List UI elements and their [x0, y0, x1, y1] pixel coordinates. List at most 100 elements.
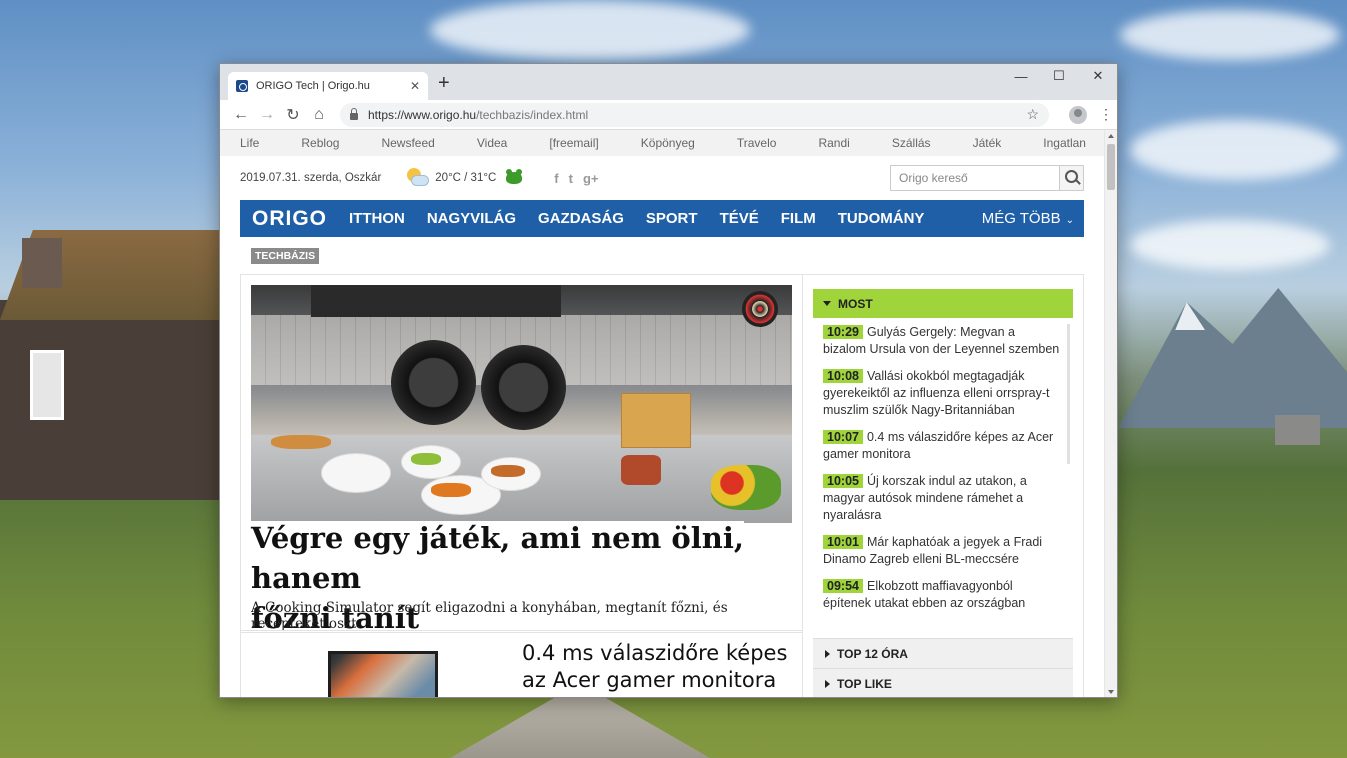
cloud: [1130, 120, 1340, 180]
home-button[interactable]: ⌂: [306, 106, 332, 124]
section-tag[interactable]: TECHBÁZIS: [251, 248, 320, 264]
partner-link[interactable]: Köpönyeg: [641, 136, 695, 150]
page-scrollbar[interactable]: [1104, 130, 1117, 697]
news-time: 10:01: [823, 535, 863, 549]
partner-links-bar: Life Reblog Newsfeed Videa [freemail] Kö…: [220, 130, 1106, 156]
address-bar[interactable]: https://www.origo.hu/techbazis/index.htm…: [340, 102, 1049, 127]
lock-icon: [350, 108, 358, 120]
gravel-path: [450, 698, 710, 758]
partner-link[interactable]: Randi: [818, 136, 849, 150]
browser-toolbar: ← → ↻ ⌂ https://www.origo.hu/techbazis/i…: [220, 100, 1117, 130]
temperature: 20°C / 31°C: [435, 172, 497, 184]
nav-item-gazdasag[interactable]: GAZDASÁG: [538, 210, 624, 227]
browser-menu-button[interactable]: ⋮: [1099, 106, 1113, 123]
nav-item-teve[interactable]: TÉVÉ: [720, 210, 759, 227]
scroll-up-arrow-icon[interactable]: [1108, 134, 1114, 138]
top12-label: TOP 12 ÓRA: [837, 646, 908, 661]
close-tab-icon[interactable]: ✕: [410, 79, 420, 93]
url-path: /techbazis/index.html: [476, 107, 589, 122]
weather-icon: [405, 168, 430, 188]
maximize-button[interactable]: ☐: [1040, 64, 1078, 88]
news-item[interactable]: 10:08 Vallási okokból megtagadják gyereke…: [823, 368, 1061, 419]
partner-link[interactable]: Ingatlan: [1043, 136, 1086, 150]
divider: [240, 630, 802, 631]
caret-right-icon: [825, 649, 830, 658]
search-placeholder: Origo kereső: [899, 171, 968, 185]
reload-button[interactable]: ↻: [280, 105, 306, 125]
title-bar: ORIGO Tech | Origo.hu ✕ + — ☐ ✕: [220, 64, 1117, 100]
partner-link[interactable]: Szállás: [892, 136, 931, 150]
article-thumbnail[interactable]: [328, 651, 438, 697]
news-time: 10:05: [823, 474, 863, 488]
top-like-toggle[interactable]: TOP LIKE: [813, 668, 1073, 697]
origo-logo[interactable]: ORIGO: [252, 207, 327, 231]
news-time: 10:08: [823, 369, 863, 383]
news-item[interactable]: 10:29 Gulyás Gergely: Megvan a bizalom Ur…: [823, 324, 1061, 358]
more-menu-button[interactable]: MÉG TÖBB ⌄: [982, 210, 1074, 227]
partner-link[interactable]: Travelo: [737, 136, 777, 150]
twitter-icon[interactable]: t: [569, 171, 573, 186]
back-button[interactable]: ←: [228, 106, 254, 124]
nav-item-nagyvilag[interactable]: NAGYVILÁG: [427, 210, 516, 227]
toplike-label: TOP LIKE: [837, 676, 892, 691]
nav-item-sport[interactable]: SPORT: [646, 210, 698, 227]
hut-window: [30, 350, 64, 420]
bookmark-star-icon[interactable]: ☆: [1026, 106, 1039, 123]
more-label: MÉG TÖBB: [981, 210, 1061, 227]
partner-link[interactable]: Newsfeed: [381, 136, 434, 150]
partner-link[interactable]: Videa: [477, 136, 507, 150]
caret-down-icon: [823, 301, 831, 306]
page-viewport: Life Reblog Newsfeed Videa [freemail] Kö…: [220, 130, 1106, 697]
article-title[interactable]: 0.4 ms válaszidőre képes az Acer gamer m…: [522, 640, 792, 694]
cloud: [430, 0, 750, 60]
cloud: [1120, 10, 1340, 60]
news-feed-list: 10:29 Gulyás Gergely: Megvan a bizalom Ur…: [813, 318, 1073, 638]
date-nameday: 2019.07.31. szerda, Oszkár: [240, 172, 382, 184]
news-item[interactable]: 10:05 Új korszak indul az utakon, a magya…: [823, 473, 1061, 524]
mountain: [1118, 288, 1347, 428]
top-12-hours-toggle[interactable]: TOP 12 ÓRA: [813, 638, 1073, 668]
sidebar: MOST 10:29 Gulyás Gergely: Megvan a bizal…: [813, 289, 1073, 697]
most-title: MOST: [838, 296, 873, 311]
news-time: 10:29: [823, 325, 863, 339]
partner-link[interactable]: Life: [240, 136, 259, 150]
google-plus-icon[interactable]: g+: [583, 171, 599, 186]
dartboard: [742, 291, 778, 327]
partner-link[interactable]: Játék: [973, 136, 1002, 150]
partner-link[interactable]: [freemail]: [549, 136, 598, 150]
top-info-bar: 2019.07.31. szerda, Oszkár 20°C / 31°C f…: [240, 156, 1084, 200]
main-navigation: ORIGO ITTHON NAGYVILÁG GAZDASÁG SPORT TÉ…: [240, 200, 1084, 237]
nav-item-film[interactable]: FILM: [781, 210, 816, 227]
news-time: 10:07: [823, 430, 863, 444]
social-links: f t g+: [554, 171, 598, 186]
news-item[interactable]: 10:01 Már kaphatóak a jegyek a Fradi Dina…: [823, 534, 1061, 568]
caret-right-icon: [825, 679, 830, 688]
hero-headline-line1: Végre egy játék, ami nem ölni, hanem: [251, 521, 744, 595]
scroll-down-arrow-icon[interactable]: [1108, 690, 1114, 694]
browser-tab[interactable]: ORIGO Tech | Origo.hu ✕: [228, 72, 428, 100]
divider: [240, 632, 802, 633]
hero-image[interactable]: [251, 285, 792, 523]
nav-item-tudomany[interactable]: TUDOMÁNY: [838, 210, 925, 227]
news-item[interactable]: 09:54 Elkobzott maffiavagyonból építenek …: [823, 578, 1061, 612]
chevron-down-icon: ⌄: [1065, 215, 1074, 226]
nav-item-itthon[interactable]: ITTHON: [349, 210, 405, 227]
origo-favicon-icon: [236, 80, 248, 92]
search-icon[interactable]: [1059, 166, 1083, 190]
forward-button[interactable]: →: [254, 106, 280, 124]
close-window-button[interactable]: ✕: [1079, 64, 1117, 88]
news-list-scrollbar[interactable]: [1067, 324, 1070, 464]
frog-icon[interactable]: [506, 169, 523, 184]
partner-link[interactable]: Reblog: [301, 136, 339, 150]
scroll-thumb[interactable]: [1107, 144, 1115, 190]
chimney: [22, 238, 62, 288]
most-section-header[interactable]: MOST: [813, 289, 1073, 318]
profile-avatar-icon[interactable]: [1069, 105, 1087, 124]
url-host: https://www.origo.hu: [368, 107, 477, 122]
minimize-button[interactable]: —: [1002, 64, 1040, 88]
facebook-icon[interactable]: f: [554, 171, 558, 186]
search-input[interactable]: Origo kereső: [890, 165, 1084, 191]
news-time: 09:54: [823, 579, 863, 593]
news-item[interactable]: 10:07 0.4 ms válaszidőre képes az Acer ga…: [823, 429, 1061, 463]
new-tab-button[interactable]: +: [438, 73, 450, 93]
